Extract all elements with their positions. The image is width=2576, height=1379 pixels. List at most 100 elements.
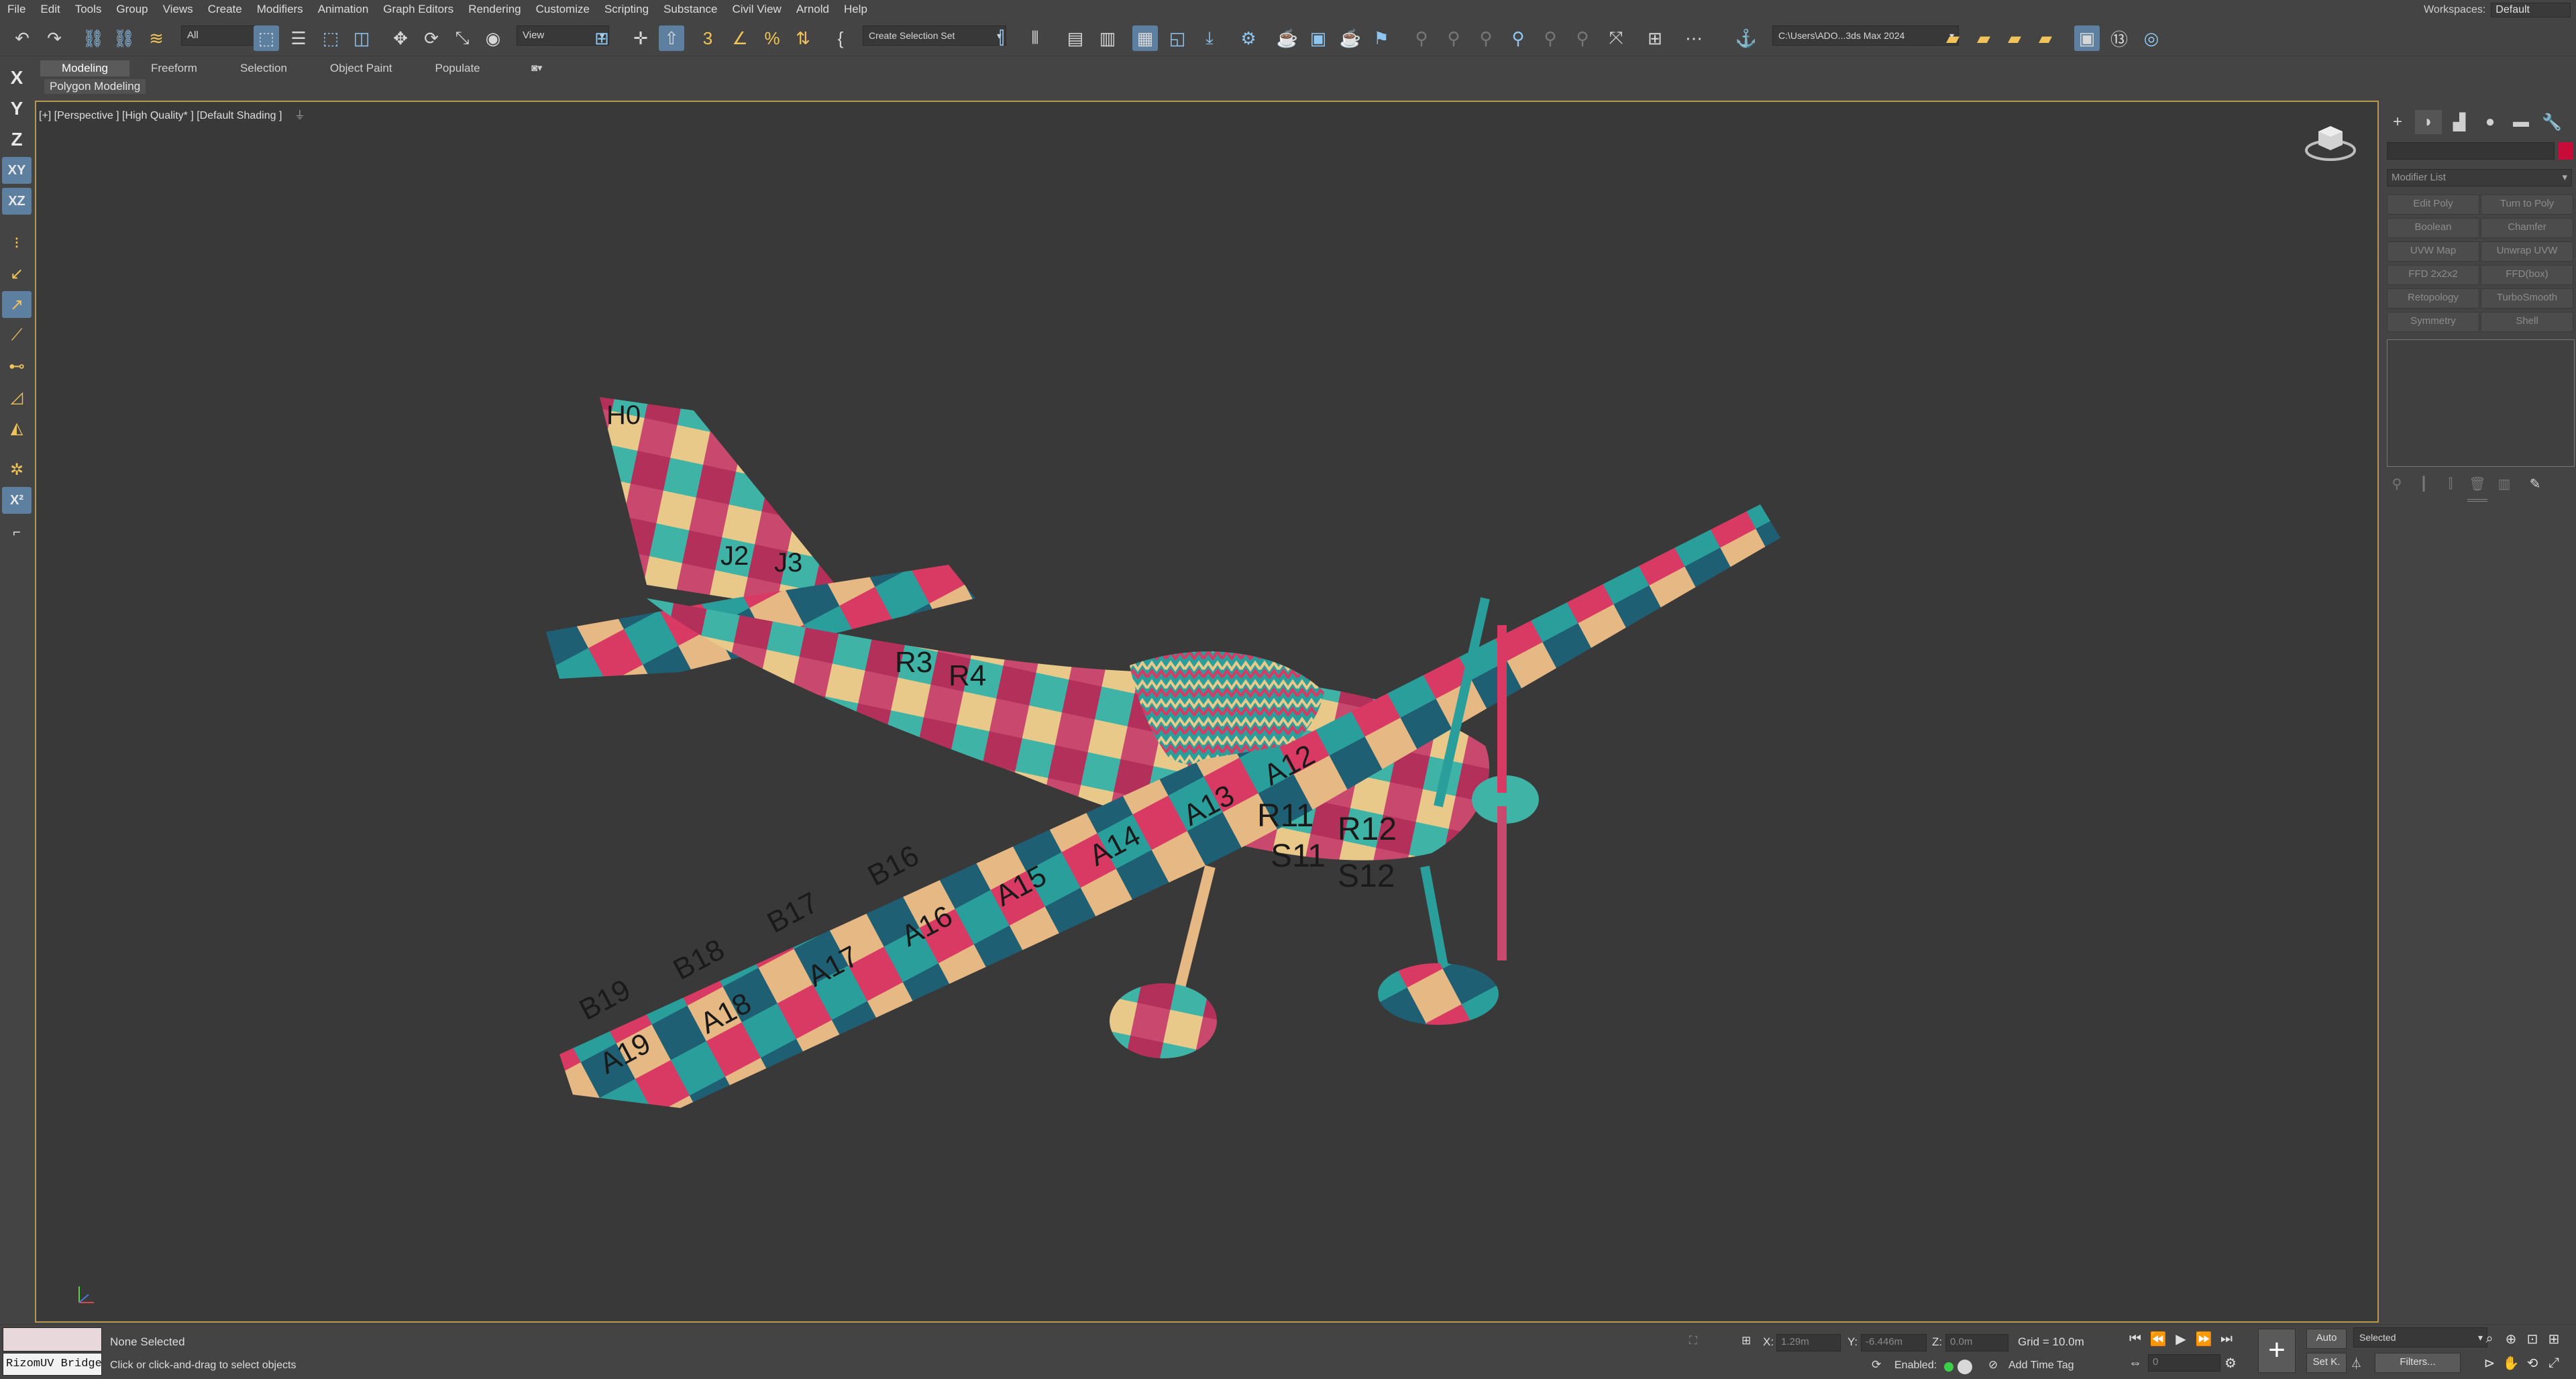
render-production-icon[interactable]: ☕ xyxy=(1338,25,1363,51)
time-config-icon[interactable]: ⇔ xyxy=(2125,1353,2145,1373)
compass-icon[interactable]: ⚓ xyxy=(1733,25,1759,51)
ribbon-tab-populate[interactable]: Populate xyxy=(414,60,502,76)
set-key-button[interactable]: + xyxy=(2258,1329,2296,1373)
menu-edit[interactable]: Edit xyxy=(33,3,67,16)
shell-button[interactable]: Shell xyxy=(2481,312,2573,332)
keyboard-shortcut-override-icon[interactable]: ⇧ xyxy=(659,25,684,51)
menu-tools[interactable]: Tools xyxy=(68,3,109,16)
menu-scripting[interactable]: Scripting xyxy=(597,3,656,16)
modify-tab-icon[interactable]: ◗ xyxy=(2415,110,2442,134)
window-crossing-icon[interactable]: ◫ xyxy=(349,25,374,51)
character-tool-icon[interactable]: ⚲ xyxy=(1505,25,1531,51)
key-filters-button[interactable]: Filters... xyxy=(2375,1353,2461,1373)
current-frame-field[interactable]: 0 xyxy=(2148,1354,2220,1372)
uvw-map-button[interactable]: UVW Map xyxy=(2387,241,2479,262)
retopology-button[interactable]: Retopology xyxy=(2387,288,2479,309)
collapse-icon[interactable]: ▥ xyxy=(2494,474,2514,494)
axis-z-button[interactable]: Z xyxy=(2,126,32,153)
ffd-box-button[interactable]: FFD(box) xyxy=(2481,265,2573,285)
zoom-extents-icon[interactable]: ⊡ xyxy=(2522,1329,2542,1349)
menu-views[interactable]: Views xyxy=(156,3,201,16)
snap-grid-icon[interactable]: ⁝ xyxy=(2,229,32,256)
render-setup-icon[interactable]: ☕ xyxy=(1275,25,1300,51)
axis-xy-button[interactable]: XY xyxy=(2,157,32,184)
key-filter-dropdown[interactable]: Selected xyxy=(2353,1327,2487,1347)
ffd-2x2x2-button[interactable]: FFD 2x2x2 xyxy=(2387,265,2479,285)
menu-animation[interactable]: Animation xyxy=(311,3,376,16)
render-in-cloud-icon[interactable]: ⚑ xyxy=(1368,25,1394,51)
menu-help[interactable]: Help xyxy=(837,3,875,16)
hierarchy-tab-icon[interactable]: ▟ xyxy=(2446,110,2473,134)
maxscript-listener[interactable] xyxy=(3,1327,102,1352)
pan-view-icon[interactable]: ✋ xyxy=(2501,1353,2521,1373)
snap-edge-icon[interactable]: ⟋ xyxy=(2,322,32,349)
save-icon[interactable]: ▣ xyxy=(2074,25,2100,51)
ik-solver-icon[interactable]: ⚲ xyxy=(1441,25,1466,51)
rectangular-selection-icon[interactable]: ⬚ xyxy=(318,25,343,51)
cat-icon[interactable]: ⚲ xyxy=(1570,25,1595,51)
set-key-mode-button[interactable]: Set K. xyxy=(2306,1353,2347,1373)
snap-endpoint-icon[interactable]: ↗ xyxy=(2,291,32,318)
select-by-name-icon[interactable]: ☰ xyxy=(286,25,311,51)
curve-editor-icon[interactable]: ◱ xyxy=(1165,25,1190,51)
adaptive-degradation-icon[interactable]: ⟳ xyxy=(1872,1358,1881,1372)
next-frame-icon[interactable]: ⏩ xyxy=(2194,1329,2214,1349)
set-project-icon[interactable]: ▰ xyxy=(2033,25,2058,51)
menu-rendering[interactable]: Rendering xyxy=(461,3,528,16)
move-icon[interactable]: ✥ xyxy=(388,25,413,51)
more-icon[interactable]: ⋯ xyxy=(1681,25,1707,51)
ribbon-options-icon[interactable]: ◙▾ xyxy=(531,62,543,74)
snap-midpoint-icon[interactable]: ⊷ xyxy=(2,353,32,380)
menu-civil-view[interactable]: Civil View xyxy=(724,3,788,16)
axis-y-button[interactable]: Y xyxy=(2,95,32,122)
viewport-label-text[interactable]: [+] [Perspective ] [High Quality* ] [Def… xyxy=(39,110,282,121)
selection-set-dropdown[interactable]: Create Selection Set xyxy=(863,25,1006,46)
panel-resize-handle[interactable] xyxy=(2467,499,2487,502)
sync-icon[interactable]: ◎ xyxy=(2139,25,2164,51)
pin-stack-icon[interactable]: ⚲ xyxy=(2387,474,2407,494)
chamfer-button[interactable]: Chamfer xyxy=(2481,218,2573,238)
menu-modifiers[interactable]: Modifiers xyxy=(250,3,311,16)
axis-x-button[interactable]: X xyxy=(2,64,32,91)
z-coordinate-field[interactable]: 0.0m xyxy=(1945,1334,2008,1352)
workspace-selector[interactable]: Workspaces: Default xyxy=(2424,3,2571,17)
isolate-icon[interactable]: ⛶ xyxy=(1689,1334,1697,1347)
ribbon-tab-object-paint[interactable]: Object Paint xyxy=(309,60,414,76)
show-end-result-icon[interactable]: ┃ xyxy=(2414,474,2434,494)
ribbon-tab-freeform[interactable]: Freeform xyxy=(129,60,219,76)
remove-modifier-icon[interactable]: 🗑 xyxy=(2467,474,2487,494)
viewport-label[interactable]: [+] [Perspective ] [High Quality* ] [Def… xyxy=(39,106,305,122)
maximize-viewport-icon[interactable]: ⤢ xyxy=(2544,1353,2564,1373)
key-filter-icon[interactable]: ⏃ xyxy=(2351,1354,2362,1371)
symmetry-button[interactable]: Symmetry xyxy=(2387,312,2479,332)
ribbon-tab-modeling[interactable]: Modeling xyxy=(40,60,129,76)
unwrap-uvw-button[interactable]: Unwrap UVW xyxy=(2481,241,2573,262)
menu-create[interactable]: Create xyxy=(201,3,250,16)
snap-options-icon[interactable]: ✲ xyxy=(2,456,32,483)
modifier-list-dropdown[interactable]: Modifier List xyxy=(2387,169,2572,186)
display-tab-icon[interactable]: ▬ xyxy=(2508,110,2534,134)
snap-corner-icon[interactable]: ⌐ xyxy=(2,519,32,546)
snaps-toggle-icon[interactable]: 3 xyxy=(695,25,720,51)
zoom-extents-all-icon[interactable]: ⊞ xyxy=(2544,1329,2564,1349)
enabled-indicator-icon[interactable] xyxy=(1944,1362,1953,1372)
go-to-end-icon[interactable]: ⏭ xyxy=(2216,1329,2237,1349)
material-editor-icon[interactable]: ⚙ xyxy=(1236,25,1261,51)
ribbon-tab-selection[interactable]: Selection xyxy=(219,60,309,76)
boolean-button[interactable]: Boolean xyxy=(2387,218,2479,238)
menu-graph-editors[interactable]: Graph Editors xyxy=(376,3,461,16)
align-icon[interactable]: ⫴ xyxy=(1022,25,1048,51)
percent-snap-icon[interactable]: % xyxy=(759,25,785,51)
ribbon-panel-label[interactable]: Polygon Modeling xyxy=(44,79,146,94)
layer-explorer-icon[interactable]: ▥ xyxy=(1095,25,1120,51)
edit-named-selection-icon[interactable]: { xyxy=(828,25,853,51)
project-path-dropdown[interactable]: C:\Users\ADO...3ds Max 2024 xyxy=(1772,25,1959,46)
snap-vertex-icon[interactable]: ↙ xyxy=(2,260,32,287)
place-icon[interactable]: ◉ xyxy=(480,25,506,51)
key-mode-icon[interactable]: ⚙ xyxy=(2220,1353,2241,1373)
zoom-all-icon[interactable]: ⊕ xyxy=(2501,1329,2521,1349)
turbosmooth-button[interactable]: TurboSmooth xyxy=(2481,288,2573,309)
scale-icon[interactable]: ⤡ xyxy=(449,25,475,51)
airplane-model[interactable]: A19 A18 A17 A16 A15 A14 A13 A12 B19 B18 … xyxy=(546,397,1794,1135)
object-name-field[interactable] xyxy=(2387,142,2555,160)
